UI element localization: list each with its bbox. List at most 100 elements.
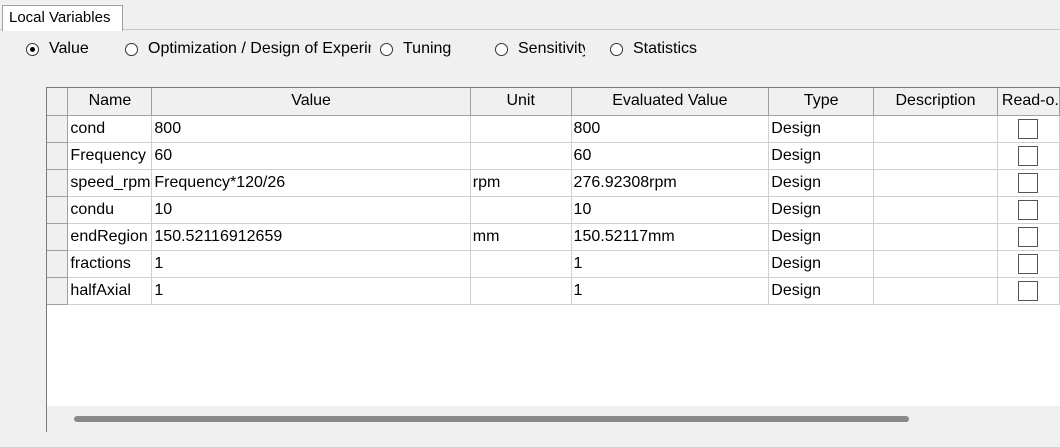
cell-read-only (997, 169, 1060, 197)
header-row: Name Value Unit Evaluated Value Type Des… (47, 88, 1060, 116)
cell-read-only (997, 223, 1060, 251)
read-only-checkbox[interactable] (1018, 280, 1039, 301)
column-header-evaluated-value[interactable]: Evaluated Value (571, 88, 770, 116)
table-row[interactable]: speed_rpm Frequency*120/26 rpm 276.92308… (47, 169, 1060, 197)
cell-evaluated-value: 10 (571, 196, 770, 224)
table-row[interactable]: Frequency 60 60 Design (47, 142, 1060, 170)
radio-label: Sensitivity (518, 40, 585, 57)
column-header-type[interactable]: Type (768, 88, 875, 116)
cell-evaluated-value: 276.92308rpm (571, 169, 770, 197)
cell-name[interactable]: Frequency (67, 142, 153, 170)
row-header[interactable] (47, 196, 69, 224)
radio-sensitivity[interactable]: Sensitivity (495, 38, 585, 60)
radio-selected-icon (26, 42, 39, 56)
read-only-checkbox[interactable] (1018, 226, 1039, 247)
column-header-value[interactable]: Value (151, 88, 471, 116)
cell-type[interactable]: Design (768, 277, 875, 305)
table-row[interactable]: halfAxial 1 1 Design (47, 277, 1060, 305)
row-header[interactable] (47, 250, 69, 278)
radio-optimization-doe[interactable]: Optimization / Design of Experiments (125, 38, 371, 60)
radio-statistics[interactable]: Statistics (610, 38, 720, 60)
row-header[interactable] (47, 169, 69, 197)
cell-unit[interactable] (470, 277, 572, 305)
cell-description[interactable] (873, 142, 998, 170)
row-header[interactable] (47, 223, 69, 251)
cell-name[interactable]: cond (67, 115, 153, 143)
cell-description[interactable] (873, 115, 998, 143)
cell-read-only (997, 196, 1060, 224)
radio-unselected-icon (495, 42, 508, 56)
cell-description[interactable] (873, 196, 998, 224)
cell-unit[interactable] (470, 196, 572, 224)
cell-description[interactable] (873, 250, 998, 278)
cell-read-only (997, 115, 1060, 143)
table-row[interactable]: endRegion 150.52116912659 mm 150.52117mm… (47, 223, 1060, 251)
cell-value[interactable]: Frequency*120/26 (151, 169, 471, 197)
cell-type[interactable]: Design (768, 223, 875, 251)
tab-strip: Local Variables (0, 0, 1060, 31)
cell-name[interactable]: endRegion (67, 223, 153, 251)
read-only-checkbox[interactable] (1018, 118, 1039, 139)
cell-evaluated-value: 800 (571, 115, 770, 143)
cell-unit[interactable]: rpm (470, 169, 572, 197)
variables-table: Name Value Unit Evaluated Value Type Des… (47, 88, 1060, 305)
column-header-unit[interactable]: Unit (470, 88, 572, 116)
cell-evaluated-value: 1 (571, 277, 770, 305)
cell-value[interactable]: 800 (151, 115, 471, 143)
cell-read-only (997, 277, 1060, 305)
radio-label: Statistics (633, 40, 698, 57)
cell-evaluated-value: 150.52117mm (571, 223, 770, 251)
radio-unselected-icon (610, 42, 623, 56)
cell-unit[interactable]: mm (470, 223, 572, 251)
variables-grid: Name Value Unit Evaluated Value Type Des… (46, 87, 1060, 432)
column-header-name[interactable]: Name (67, 88, 153, 116)
radio-value[interactable]: Value (26, 38, 116, 60)
read-only-checkbox[interactable] (1018, 172, 1039, 193)
radio-label: Value (49, 40, 89, 57)
cell-unit[interactable] (470, 115, 572, 143)
cell-value[interactable]: 10 (151, 196, 471, 224)
cell-value[interactable]: 150.52116912659 (151, 223, 471, 251)
analysis-mode-radio-group: Value Optimization / Design of Experimen… (0, 38, 1060, 60)
radio-unselected-icon (380, 42, 393, 56)
cell-name[interactable]: speed_rpm (67, 169, 153, 197)
row-header[interactable] (47, 142, 69, 170)
cell-type[interactable]: Design (768, 250, 875, 278)
cell-read-only (997, 142, 1060, 170)
cell-evaluated-value: 60 (571, 142, 770, 170)
cell-name[interactable]: halfAxial (67, 277, 153, 305)
table-row[interactable]: fractions 1 1 Design (47, 250, 1060, 278)
row-header[interactable] (47, 115, 69, 143)
radio-unselected-icon (125, 42, 138, 56)
table-row[interactable]: condu 10 10 Design (47, 196, 1060, 224)
cell-description[interactable] (873, 277, 998, 305)
radio-tuning[interactable]: Tuning (380, 38, 480, 60)
cell-name[interactable]: condu (67, 196, 153, 224)
cell-value[interactable]: 1 (151, 250, 471, 278)
radio-label: Tuning (403, 40, 452, 57)
horizontal-scrollbar[interactable] (47, 406, 1060, 432)
cell-value[interactable]: 1 (151, 277, 471, 305)
cell-type[interactable]: Design (768, 196, 875, 224)
cell-unit[interactable] (470, 142, 572, 170)
table-row[interactable]: cond 800 800 Design (47, 115, 1060, 143)
scrollbar-thumb[interactable] (74, 416, 909, 422)
cell-name[interactable]: fractions (67, 250, 153, 278)
row-header[interactable] (47, 277, 69, 305)
cell-read-only (997, 250, 1060, 278)
cell-type[interactable]: Design (768, 142, 875, 170)
cell-type[interactable]: Design (768, 115, 875, 143)
column-header-description[interactable]: Description (873, 88, 998, 116)
cell-value[interactable]: 60 (151, 142, 471, 170)
read-only-checkbox[interactable] (1018, 253, 1039, 274)
column-header-read-only[interactable]: Read-o. (997, 88, 1060, 116)
read-only-checkbox[interactable] (1018, 145, 1039, 166)
cell-type[interactable]: Design (768, 169, 875, 197)
cell-unit[interactable] (470, 250, 572, 278)
cell-evaluated-value: 1 (571, 250, 770, 278)
read-only-checkbox[interactable] (1018, 199, 1039, 220)
radio-label: Optimization / Design of Experiments (148, 40, 371, 57)
cell-description[interactable] (873, 169, 998, 197)
cell-description[interactable] (873, 223, 998, 251)
tab-local-variables[interactable]: Local Variables (2, 5, 123, 31)
